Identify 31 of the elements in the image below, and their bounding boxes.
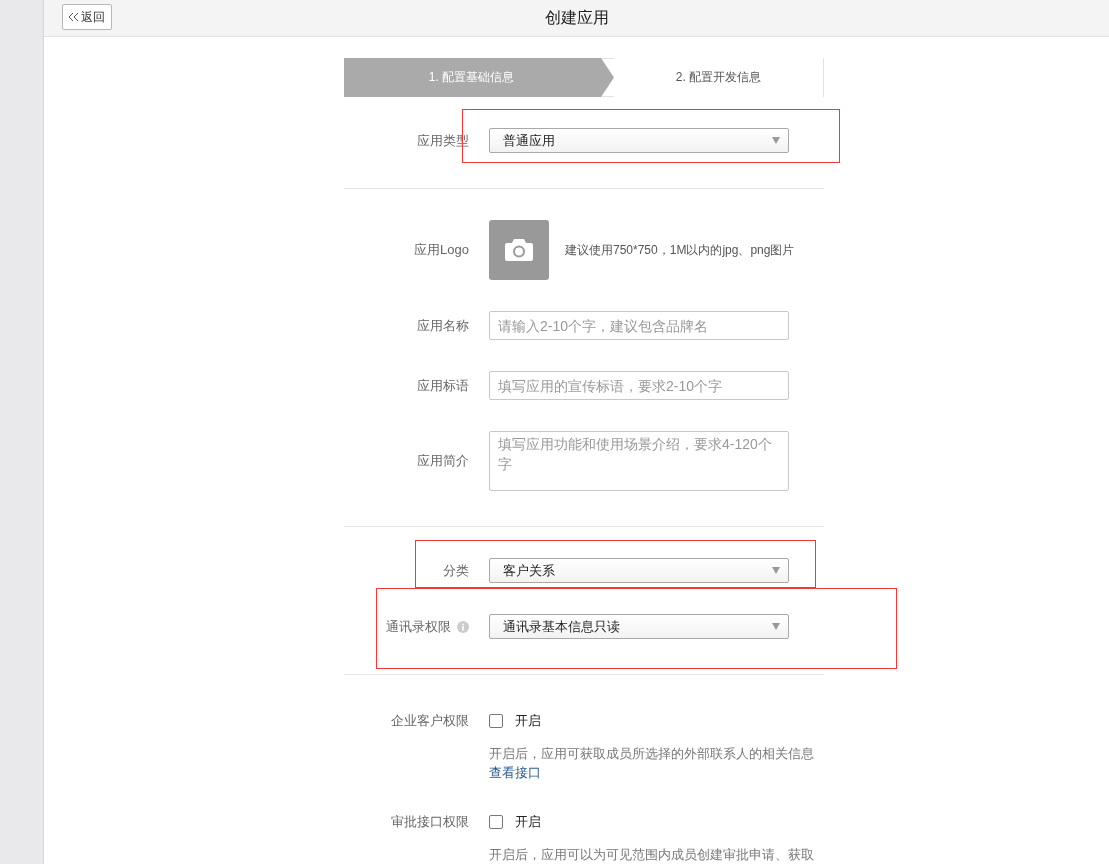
double-chevron-icon <box>69 13 78 21</box>
dropdown-select[interactable]: 普通应用 <box>489 128 789 153</box>
page-title: 创建应用 <box>544 7 609 28</box>
caret-icon <box>772 567 780 574</box>
permission-description: 开启后，应用可获取成员所选择的外部联系人的相关信息 <box>489 745 814 763</box>
field-label: 通讯录权限 <box>386 617 451 636</box>
logo-upload[interactable] <box>489 220 549 280</box>
input-field[interactable]: 填写应用的宣传标语，要求2-10个字 <box>489 371 789 400</box>
checkbox[interactable] <box>489 714 503 728</box>
field-label: 审批接口权限 <box>391 813 469 831</box>
field-label: 分类 <box>443 561 469 580</box>
checkbox[interactable] <box>489 815 503 829</box>
caret-icon <box>772 137 780 144</box>
dropdown-select[interactable]: 通讯录基本信息只读 <box>489 614 789 639</box>
back-button[interactable]: 返回 <box>62 4 112 30</box>
field-label: 应用名称 <box>417 316 469 335</box>
caret-icon <box>772 623 780 630</box>
checkbox-label: 开启 <box>515 813 541 831</box>
checkbox-label: 开启 <box>515 712 541 730</box>
step-tab[interactable]: 2. 配置开发信息 <box>614 58 823 97</box>
field-label: 企业客户权限 <box>391 712 469 730</box>
camera-icon <box>505 239 533 261</box>
field-label: 应用简介 <box>417 452 469 470</box>
field-label: 应用标语 <box>417 376 469 395</box>
field-label: 应用Logo <box>414 241 469 259</box>
view-api-link[interactable]: 查看接口 <box>489 763 814 782</box>
permission-description: 开启后，应用可以为可见范围内成员创建审批申请、获取 <box>489 846 814 864</box>
textarea-field[interactable]: 填写应用功能和使用场景介绍，要求4-120个字 <box>489 431 789 491</box>
logo-hint: 建议使用750*750，1M以内的jpg、png图片 <box>565 241 795 259</box>
dropdown-select[interactable]: 客户关系 <box>489 558 789 583</box>
input-field[interactable]: 请输入2-10个字，建议包含品牌名 <box>489 311 789 340</box>
